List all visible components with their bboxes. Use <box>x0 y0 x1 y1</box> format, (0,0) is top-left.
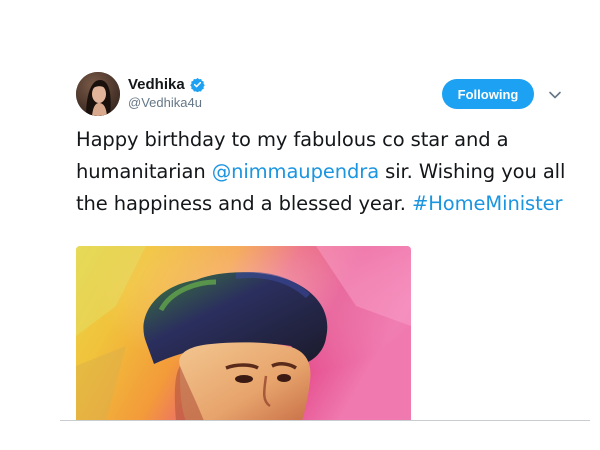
mention-link[interactable]: @nimmaupendra <box>212 160 379 183</box>
avatar-image <box>76 72 120 116</box>
chevron-down-icon[interactable] <box>548 87 562 101</box>
verified-badge-icon <box>189 77 205 92</box>
user-name-line: Vedhika <box>128 74 205 94</box>
following-button[interactable]: Following <box>442 79 534 109</box>
avatar[interactable] <box>76 72 120 116</box>
tweet-text: Happy birthday to my fabulous co star an… <box>76 124 576 220</box>
divider <box>60 420 590 421</box>
tweet-media-image[interactable] <box>76 246 411 421</box>
user-handle[interactable]: @Vedhika4u <box>128 95 202 110</box>
tweet-card: Vedhika @Vedhika4u Following Happy birth… <box>0 0 600 450</box>
display-name[interactable]: Vedhika <box>128 76 185 93</box>
portrait-artwork <box>76 246 411 421</box>
hashtag-link[interactable]: #HomeMinister <box>412 192 563 215</box>
